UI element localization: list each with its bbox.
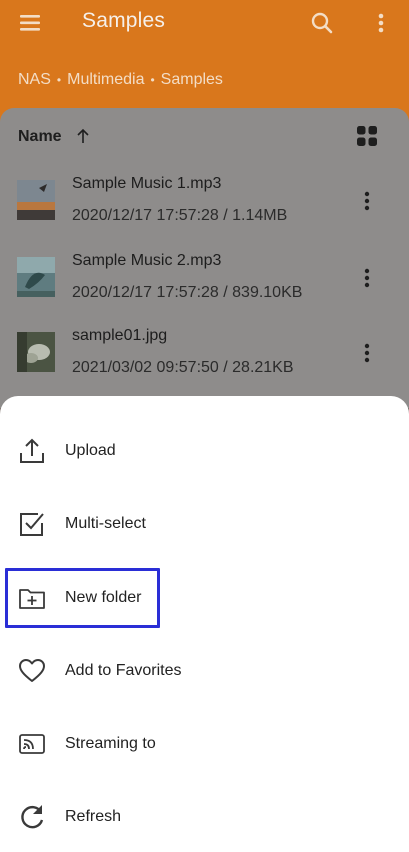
refresh-icon [21, 805, 44, 829]
breadcrumb-item-nas[interactable]: NAS [18, 71, 51, 89]
more-vertical-icon[interactable] [356, 338, 378, 368]
file-row[interactable]: Sample Music 2.mp3 2020/12/17 17:57:28 /… [0, 241, 409, 315]
checkbox-icon [20, 513, 44, 536]
sort-by-name[interactable]: Name [18, 128, 62, 146]
refresh-menu-item[interactable]: Refresh [0, 788, 409, 848]
menu-button[interactable] [14, 9, 46, 37]
heart-icon [19, 659, 45, 682]
more-vertical-icon [378, 13, 384, 33]
actions-bottom-sheet: Upload Multi-select New folder Add to Fa… [0, 396, 409, 852]
breadcrumb: NAS • Multimedia • Samples [18, 71, 223, 89]
top-app-bar: Samples [0, 0, 409, 46]
multi-select-label: Multi-select [65, 515, 146, 532]
file-meta: 2020/12/17 17:57:28 / 839.10KB [72, 284, 303, 301]
hamburger-menu-icon [20, 15, 40, 31]
image-thumbnail-icon [17, 332, 55, 372]
music-thumbnail-icon [17, 257, 55, 297]
multi-select-menu-item[interactable]: Multi-select [0, 495, 409, 555]
file-name: Sample Music 1.mp3 [72, 175, 222, 192]
breadcrumb-item-multimedia[interactable]: Multimedia [67, 71, 144, 89]
breadcrumb-separator: • [56, 73, 62, 87]
file-name: Sample Music 2.mp3 [72, 252, 222, 269]
file-name: sample01.jpg [72, 327, 168, 344]
add-to-favorites-label: Add to Favorites [65, 662, 182, 679]
arrow-up-icon[interactable] [74, 127, 92, 145]
streaming-to-menu-item[interactable]: Streaming to [0, 715, 409, 775]
app-root: Samples NAS • Multimedia • Samples Name … [0, 0, 409, 852]
more-vertical-icon[interactable] [356, 186, 378, 216]
add-to-favorites-menu-item[interactable]: Add to Favorites [0, 642, 409, 702]
breadcrumb-separator: • [150, 73, 155, 87]
more-vertical-icon[interactable] [356, 263, 378, 293]
refresh-label: Refresh [65, 808, 122, 825]
cast-icon [19, 734, 45, 754]
page-title: Samples [82, 9, 166, 32]
file-list-panel: Name Sample Music 1.mp3 2020/12/17 17:57… [0, 108, 409, 408]
search-icon [311, 12, 333, 34]
upload-icon [20, 438, 44, 463]
file-meta: 2021/03/02 09:57:50 / 28.21KB [72, 359, 294, 376]
file-row[interactable]: sample01.jpg 2021/03/02 09:57:50 / 28.21… [0, 316, 409, 390]
upload-label: Upload [65, 442, 116, 459]
search-button[interactable] [307, 8, 337, 38]
selection-highlight-box [5, 568, 160, 628]
file-row[interactable]: Sample Music 1.mp3 2020/12/17 17:57:28 /… [0, 164, 409, 238]
music-thumbnail-icon [17, 180, 55, 220]
streaming-to-label: Streaming to [65, 735, 156, 752]
sort-bar: Name [0, 108, 409, 160]
overflow-menu-button[interactable] [367, 8, 395, 38]
file-meta: 2020/12/17 17:57:28 / 1.14MB [72, 207, 288, 224]
breadcrumb-item-samples[interactable]: Samples [161, 71, 223, 89]
grid-view-icon[interactable] [356, 125, 378, 147]
upload-menu-item[interactable]: Upload [0, 422, 409, 482]
